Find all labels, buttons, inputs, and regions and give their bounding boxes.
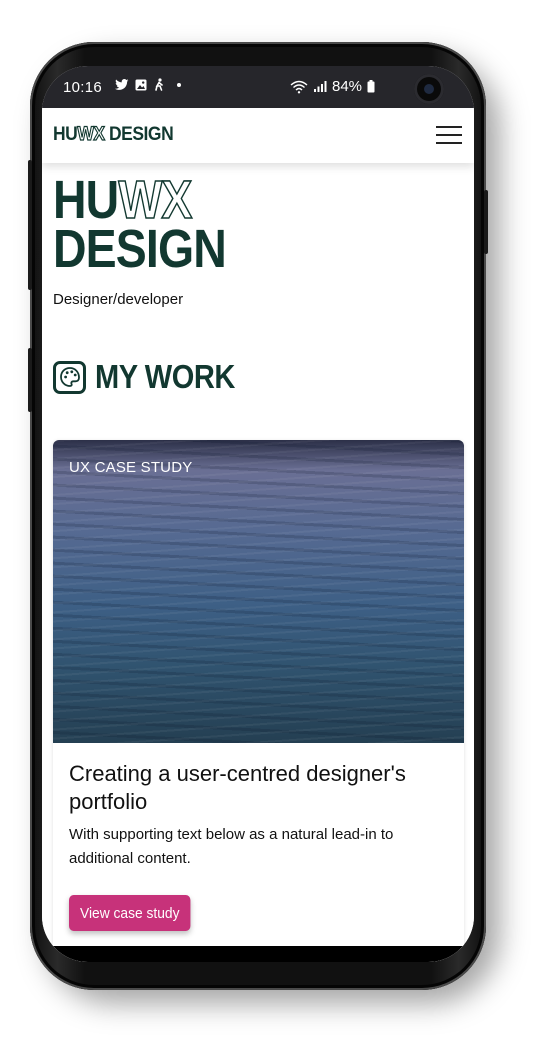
dot-icon <box>177 82 181 87</box>
hamburger-icon[interactable] <box>436 126 462 146</box>
twitter-icon <box>115 78 129 90</box>
hero-line-2: DESIGN <box>53 219 227 279</box>
status-system-icons: 84% <box>290 78 375 95</box>
phone-side-button <box>484 190 488 254</box>
brand-solid: HU <box>53 124 78 145</box>
brand-outline: WX <box>77 123 106 145</box>
phone-screen: 10:16 84% HUWX DESIGN HUWX DESIGN Design… <box>42 66 474 962</box>
palette-icon <box>53 360 86 394</box>
card-category-label: UX CASE STUDY <box>69 459 193 476</box>
wifi-icon <box>290 80 308 93</box>
top-navbar: HUWX DESIGN <box>42 108 474 163</box>
card-text: With supporting text below as a natural … <box>69 826 394 867</box>
brand-logo[interactable]: HUWX DESIGN <box>53 123 174 146</box>
hamburger-line <box>436 126 462 128</box>
hero-tagline: Designer/developer <box>53 291 184 308</box>
page-content: HUWX DESIGN Designer/developer MY WORK U… <box>42 163 474 962</box>
hero-title: HUWX DESIGN <box>53 172 227 279</box>
case-study-card: UX CASE STUDY Creating a user-centred de… <box>53 440 464 950</box>
front-camera <box>414 74 444 104</box>
phone-side-button <box>28 160 32 290</box>
signal-icon <box>314 81 327 92</box>
status-bar: 10:16 84% <box>42 66 474 108</box>
phone-side-button <box>28 348 32 412</box>
image-icon <box>135 79 147 90</box>
brand-rest: DESIGN <box>104 124 174 145</box>
view-case-study-button[interactable]: View case study <box>69 895 191 931</box>
section-heading: MY WORK <box>53 358 254 396</box>
status-time: 10:16 <box>63 79 103 96</box>
screen-bottom-bezel <box>42 946 474 962</box>
battery-percent: 84% <box>332 78 363 95</box>
status-notification-icons <box>115 78 181 91</box>
hamburger-line <box>436 142 462 144</box>
card-title: Creating a user-centred designer's portf… <box>69 761 406 814</box>
hamburger-line <box>436 134 462 136</box>
hero-line-1: HUWX <box>53 172 226 228</box>
section-title: MY WORK <box>95 358 235 395</box>
battery-icon <box>367 80 375 93</box>
card-image-ocean: UX CASE STUDY <box>53 440 464 743</box>
accessibility-icon <box>155 78 163 91</box>
